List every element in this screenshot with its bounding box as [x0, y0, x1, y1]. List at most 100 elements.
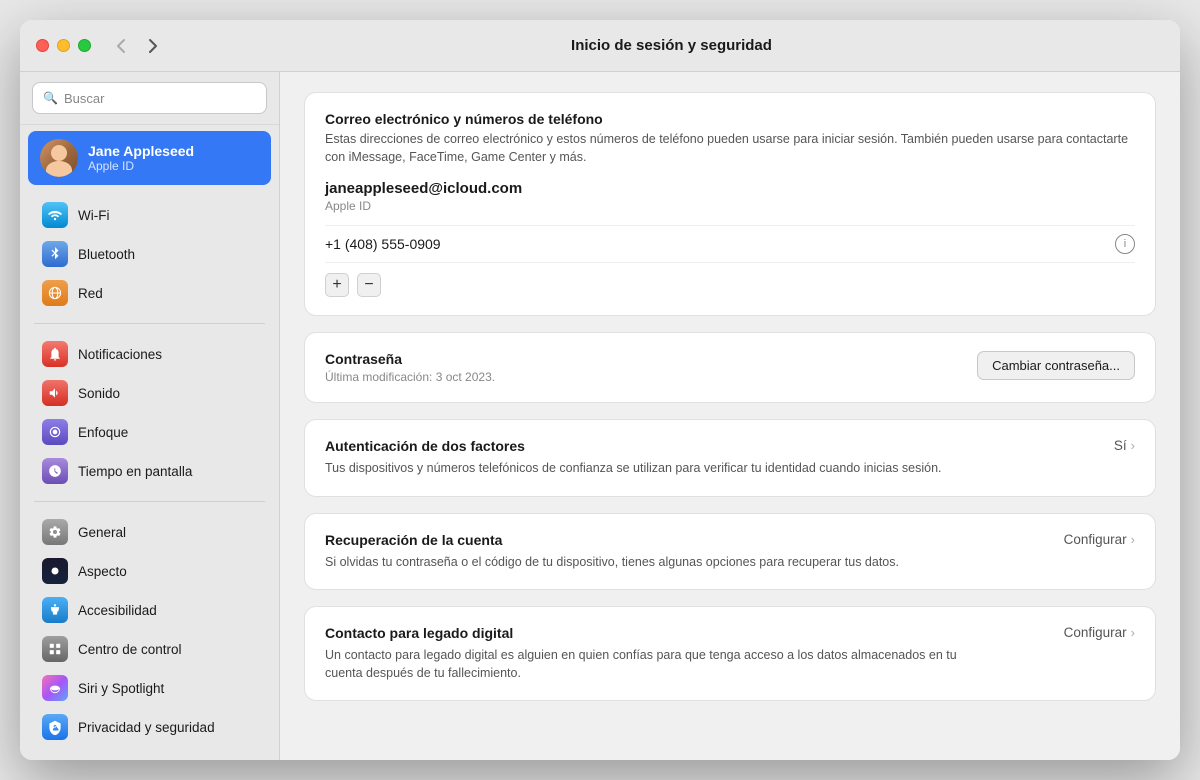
legacy-card[interactable]: Contacto para legado digital Un contacto…: [304, 606, 1156, 701]
sidebar-item-network[interactable]: Red: [28, 274, 271, 312]
recovery-title: Recuperación de la cuenta: [325, 532, 899, 548]
sidebar-item-notifications[interactable]: Notificaciones: [28, 335, 271, 373]
page-title: Inicio de sesión y seguridad: [179, 37, 1164, 54]
password-card: Contraseña Última modificación: 3 oct 20…: [304, 332, 1156, 403]
titlebar: Inicio de sesión y seguridad: [20, 20, 1180, 72]
sidebar-section-2: Notificaciones Sonido Enfoque: [20, 330, 279, 495]
sidebar-item-general[interactable]: General: [28, 513, 271, 551]
network-icon: [42, 280, 68, 306]
search-placeholder: Buscar: [64, 91, 104, 106]
sidebar-item-appearance[interactable]: Aspecto: [28, 552, 271, 590]
sidebar-item-label-bluetooth: Bluetooth: [78, 247, 135, 262]
legacy-title: Contacto para legado digital: [325, 625, 965, 641]
sidebar-item-label-screentime: Tiempo en pantalla: [78, 464, 192, 479]
recovery-desc: Si olvidas tu contraseña o el código de …: [325, 554, 899, 572]
sidebar-item-accessibility[interactable]: Accesibilidad: [28, 591, 271, 629]
password-info: Contraseña Última modificación: 3 oct 20…: [325, 351, 495, 384]
search-icon: 🔍: [43, 91, 58, 105]
sidebar-item-screentime[interactable]: Tiempo en pantalla: [28, 452, 271, 490]
two-factor-card[interactable]: Autenticación de dos factores Tus dispos…: [304, 419, 1156, 497]
recovery-info: Recuperación de la cuenta Si olvidas tu …: [325, 532, 899, 572]
twofa-desc: Tus dispositivos y números telefónicos d…: [325, 460, 942, 478]
sidebar-item-label-general: General: [78, 525, 126, 540]
sidebar-item-control-center[interactable]: Centro de control: [28, 630, 271, 668]
twofa-title: Autenticación de dos factores: [325, 438, 942, 454]
sidebar-item-siri[interactable]: Siri y Spotlight: [28, 669, 271, 707]
sidebar-item-label-wifi: Wi-Fi: [78, 208, 109, 223]
siri-icon: [42, 675, 68, 701]
notifications-icon: [42, 341, 68, 367]
screentime-icon: [42, 458, 68, 484]
sidebar-item-wifi[interactable]: Wi-Fi: [28, 196, 271, 234]
twofa-status: Sí ›: [1114, 438, 1135, 453]
legacy-chevron-icon: ›: [1131, 625, 1135, 640]
legacy-desc: Un contacto para legado digital es algui…: [325, 647, 965, 682]
email-card-desc: Estas direcciones de correo electrónico …: [325, 131, 1135, 166]
sidebar-item-label-sound: Sonido: [78, 386, 120, 401]
traffic-lights: [36, 39, 91, 52]
user-name: Jane Appleseed: [88, 143, 259, 159]
bluetooth-icon: [42, 241, 68, 267]
legacy-configure: Configurar ›: [1064, 625, 1135, 640]
recovery-row: Recuperación de la cuenta Si olvidas tu …: [325, 532, 1135, 572]
recovery-configure-label: Configurar: [1064, 532, 1127, 547]
password-row: Contraseña Última modificación: 3 oct 20…: [325, 351, 1135, 384]
add-button[interactable]: +: [325, 273, 349, 297]
forward-button[interactable]: [139, 32, 167, 60]
email-address: janeappleseed@icloud.com: [325, 180, 1135, 197]
maximize-button[interactable]: [78, 39, 91, 52]
sidebar-item-label-control: Centro de control: [78, 642, 182, 657]
appearance-icon: [42, 558, 68, 584]
email-card-title: Correo electrónico y números de teléfono: [325, 111, 1135, 127]
close-button[interactable]: [36, 39, 49, 52]
sidebar-item-label-siri: Siri y Spotlight: [78, 681, 164, 696]
back-button[interactable]: [107, 32, 135, 60]
email-phone-card: Correo electrónico y números de teléfono…: [304, 92, 1156, 316]
password-title: Contraseña: [325, 351, 495, 367]
nav-arrows: [107, 32, 167, 60]
sound-icon: [42, 380, 68, 406]
sidebar-divider-1: [34, 323, 265, 324]
legacy-row: Contacto para legado digital Un contacto…: [325, 625, 1135, 682]
system-preferences-window: Inicio de sesión y seguridad 🔍 Buscar Ja…: [20, 20, 1180, 760]
twofa-row: Autenticación de dos factores Tus dispos…: [325, 438, 1135, 478]
sidebar-item-label-focus: Enfoque: [78, 425, 128, 440]
main-layout: 🔍 Buscar Jane Appleseed Apple ID: [20, 72, 1180, 760]
sidebar-item-label-appearance: Aspecto: [78, 564, 127, 579]
sidebar-item-bluetooth[interactable]: Bluetooth: [28, 235, 271, 273]
email-type-label: Apple ID: [325, 199, 1135, 213]
avatar: [40, 139, 78, 177]
user-subtitle: Apple ID: [88, 159, 259, 173]
accessibility-icon: [42, 597, 68, 623]
search-box[interactable]: 🔍 Buscar: [32, 82, 267, 114]
sidebar: 🔍 Buscar Jane Appleseed Apple ID: [20, 72, 280, 760]
sidebar-item-label-privacy: Privacidad y seguridad: [78, 720, 215, 735]
sidebar-item-label-accessibility: Accesibilidad: [78, 603, 157, 618]
recovery-chevron-icon: ›: [1131, 532, 1135, 547]
general-icon: [42, 519, 68, 545]
twofa-chevron-icon: ›: [1131, 438, 1135, 453]
sidebar-item-sound[interactable]: Sonido: [28, 374, 271, 412]
sidebar-item-focus[interactable]: Enfoque: [28, 413, 271, 451]
recovery-configure: Configurar ›: [1064, 532, 1135, 547]
remove-button[interactable]: −: [357, 273, 381, 297]
phone-row: +1 (408) 555-0909 i: [325, 225, 1135, 262]
minimize-button[interactable]: [57, 39, 70, 52]
change-password-button[interactable]: Cambiar contraseña...: [977, 351, 1135, 380]
control-center-icon: [42, 636, 68, 662]
twofa-info: Autenticación de dos factores Tus dispos…: [325, 438, 942, 478]
phone-info-button[interactable]: i: [1115, 234, 1135, 254]
content-area: Correo electrónico y números de teléfono…: [280, 72, 1180, 760]
sidebar-item-privacy[interactable]: Privacidad y seguridad: [28, 708, 271, 746]
focus-icon: [42, 419, 68, 445]
phone-number: +1 (408) 555-0909: [325, 236, 441, 252]
recovery-card[interactable]: Recuperación de la cuenta Si olvidas tu …: [304, 513, 1156, 591]
sidebar-divider-2: [34, 501, 265, 502]
wifi-icon: [42, 202, 68, 228]
sidebar-section-network: Wi-Fi Bluetooth Red: [20, 191, 279, 317]
privacy-icon: [42, 714, 68, 740]
sidebar-item-user[interactable]: Jane Appleseed Apple ID: [28, 131, 271, 185]
legacy-info: Contacto para legado digital Un contacto…: [325, 625, 965, 682]
password-date: Última modificación: 3 oct 2023.: [325, 370, 495, 384]
sidebar-item-label-notif: Notificaciones: [78, 347, 162, 362]
